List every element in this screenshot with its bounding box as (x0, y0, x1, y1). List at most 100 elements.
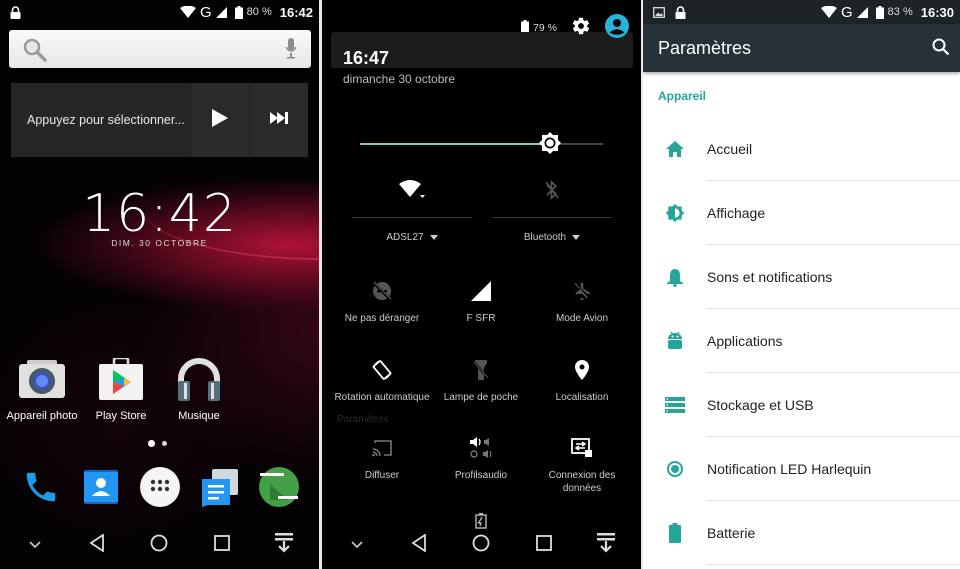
tile-label: Lampe de poche (443, 392, 519, 403)
wifi-icon (180, 6, 196, 18)
account-icon[interactable] (605, 14, 629, 41)
google-search-bar[interactable] (9, 30, 311, 68)
brightness-slider-fill (360, 143, 550, 145)
clock-widget-date: DIM. 30 OCTOBRE (111, 238, 208, 248)
dock-phone[interactable] (19, 467, 63, 511)
home-button[interactable] (461, 525, 501, 565)
data-connection-icon (529, 435, 635, 461)
settings-item-affichage[interactable]: Affichage (643, 181, 960, 245)
dock-hangouts[interactable] (257, 466, 301, 513)
tile-flashlight-off[interactable]: Lampe de poche (428, 357, 534, 404)
toolbar: Paramètres (643, 24, 960, 72)
status-bar: G 83 % 16:30 (643, 0, 960, 24)
tile-label: Diffuser (364, 470, 400, 481)
shade-time[interactable]: 16:47 (343, 48, 389, 69)
screen-rotation-icon (329, 357, 435, 383)
skip-next-button[interactable] (249, 83, 308, 157)
dock-contacts[interactable] (79, 467, 123, 511)
tile-audio-profiles[interactable]: Profilsaudio (428, 435, 534, 482)
tile-airplane-off[interactable]: Mode Avion (529, 278, 635, 325)
ghost-settings-label: Paramètres (337, 414, 389, 425)
recents-icon (213, 534, 230, 556)
app-drawer-icon (140, 466, 180, 512)
page-dot-active[interactable] (148, 440, 155, 447)
settings-item-batterie[interactable]: Batterie (643, 501, 960, 565)
network-type: G (200, 3, 212, 21)
gear-icon[interactable] (571, 16, 591, 39)
notification-pull-icon (274, 532, 293, 558)
settings-item-sons-et-notifications[interactable]: Sons et notifications (643, 245, 960, 309)
media-notification[interactable]: Appuyez pour sélectionner... (11, 83, 308, 157)
shade-date[interactable]: dimanche 30 octobre (343, 72, 455, 86)
battery-icon (875, 5, 884, 19)
settings-screen: G 83 % 16:30 Paramètres Appareil Accueil… (643, 0, 960, 569)
expand-caret-icon[interactable] (572, 235, 581, 240)
tile-cast[interactable]: Diffuser (329, 435, 435, 482)
expand-caret-icon[interactable] (429, 235, 438, 240)
settings-item-label: Stockage et USB (707, 397, 814, 413)
settings-list: Accueil Affichage Sons et notifications App… (643, 117, 960, 565)
page-indicator (148, 440, 167, 447)
android-icon (643, 331, 707, 351)
notification-pull-button[interactable] (264, 525, 304, 565)
tile-screen-rotation[interactable]: Rotation automatique (329, 357, 435, 404)
battery-icon (234, 5, 243, 19)
app-label: Musique (178, 410, 220, 422)
tile-wifi[interactable]: ADSL27 (352, 180, 472, 243)
dock-app-drawer[interactable] (138, 466, 182, 512)
settings-item-label: Accueil (707, 141, 753, 157)
tile-bluetooth[interactable]: Bluetooth (492, 180, 612, 243)
tile-label: Rotation automatique (334, 392, 430, 403)
network-type: G (841, 3, 853, 21)
back-button[interactable] (77, 525, 117, 565)
settings-item-stockage-et-usb[interactable]: Stockage et USB (643, 373, 960, 437)
settings-item-label: Affichage (707, 205, 766, 221)
brightness-slider[interactable] (360, 132, 603, 154)
brightness-icon (643, 203, 707, 223)
quick-settings-header: 79 % (521, 14, 629, 41)
headphones-icon (175, 355, 223, 403)
location-icon (529, 357, 635, 383)
tile-signal[interactable]: F SFR (428, 278, 534, 325)
tile-label: ADSL27 (386, 232, 424, 243)
battery-percent: 83 % (887, 6, 913, 18)
tile-do-not-disturb-off[interactable]: Ne pas déranger (329, 278, 435, 325)
hide-nav-button[interactable] (15, 525, 55, 565)
notification-pull-button[interactable] (586, 525, 626, 565)
hide-nav-button[interactable] (337, 525, 377, 565)
play-store-icon (97, 355, 145, 403)
settings-item-applications[interactable]: Applications (643, 309, 960, 373)
page-dot[interactable] (162, 441, 167, 446)
mic-icon[interactable] (285, 38, 297, 65)
brightness-icon[interactable] (538, 131, 562, 160)
home-button[interactable] (139, 525, 179, 565)
search-icon[interactable] (23, 38, 47, 67)
app-music[interactable]: Musique (159, 355, 239, 422)
lock-icon (675, 5, 686, 19)
app-play-store[interactable]: Play Store (81, 355, 161, 422)
camera-icon (18, 355, 66, 403)
tile-location[interactable]: Localisation (529, 357, 635, 404)
app-label: Appareil photo (6, 410, 78, 422)
recents-button[interactable] (202, 525, 242, 565)
media-title[interactable]: Appuyez pour sélectionner... (11, 83, 190, 157)
dock-messages[interactable] (198, 467, 242, 511)
hangouts-icon (258, 466, 300, 513)
tile-data-connection[interactable]: Connexion des données (529, 435, 635, 495)
settings-item-accueil[interactable]: Accueil (643, 117, 960, 181)
search-icon[interactable] (932, 38, 950, 61)
tile-label: F SFR (466, 313, 496, 324)
settings-item-label: Batterie (707, 525, 756, 541)
back-button[interactable] (399, 525, 439, 565)
notification-pull-icon (596, 532, 615, 558)
play-button[interactable] (190, 83, 249, 157)
recents-button[interactable] (524, 525, 564, 565)
clock-widget-time[interactable]: 16:42 (0, 184, 319, 244)
battery-status[interactable]: 79 % (521, 20, 557, 35)
settings-item-notification-led-harlequin[interactable]: Notification LED Harlequin (643, 437, 960, 501)
home-icon (643, 141, 707, 157)
app-camera[interactable]: Appareil photo (2, 355, 82, 422)
back-icon (411, 532, 427, 557)
divider (707, 564, 960, 565)
messages-icon (200, 467, 240, 512)
